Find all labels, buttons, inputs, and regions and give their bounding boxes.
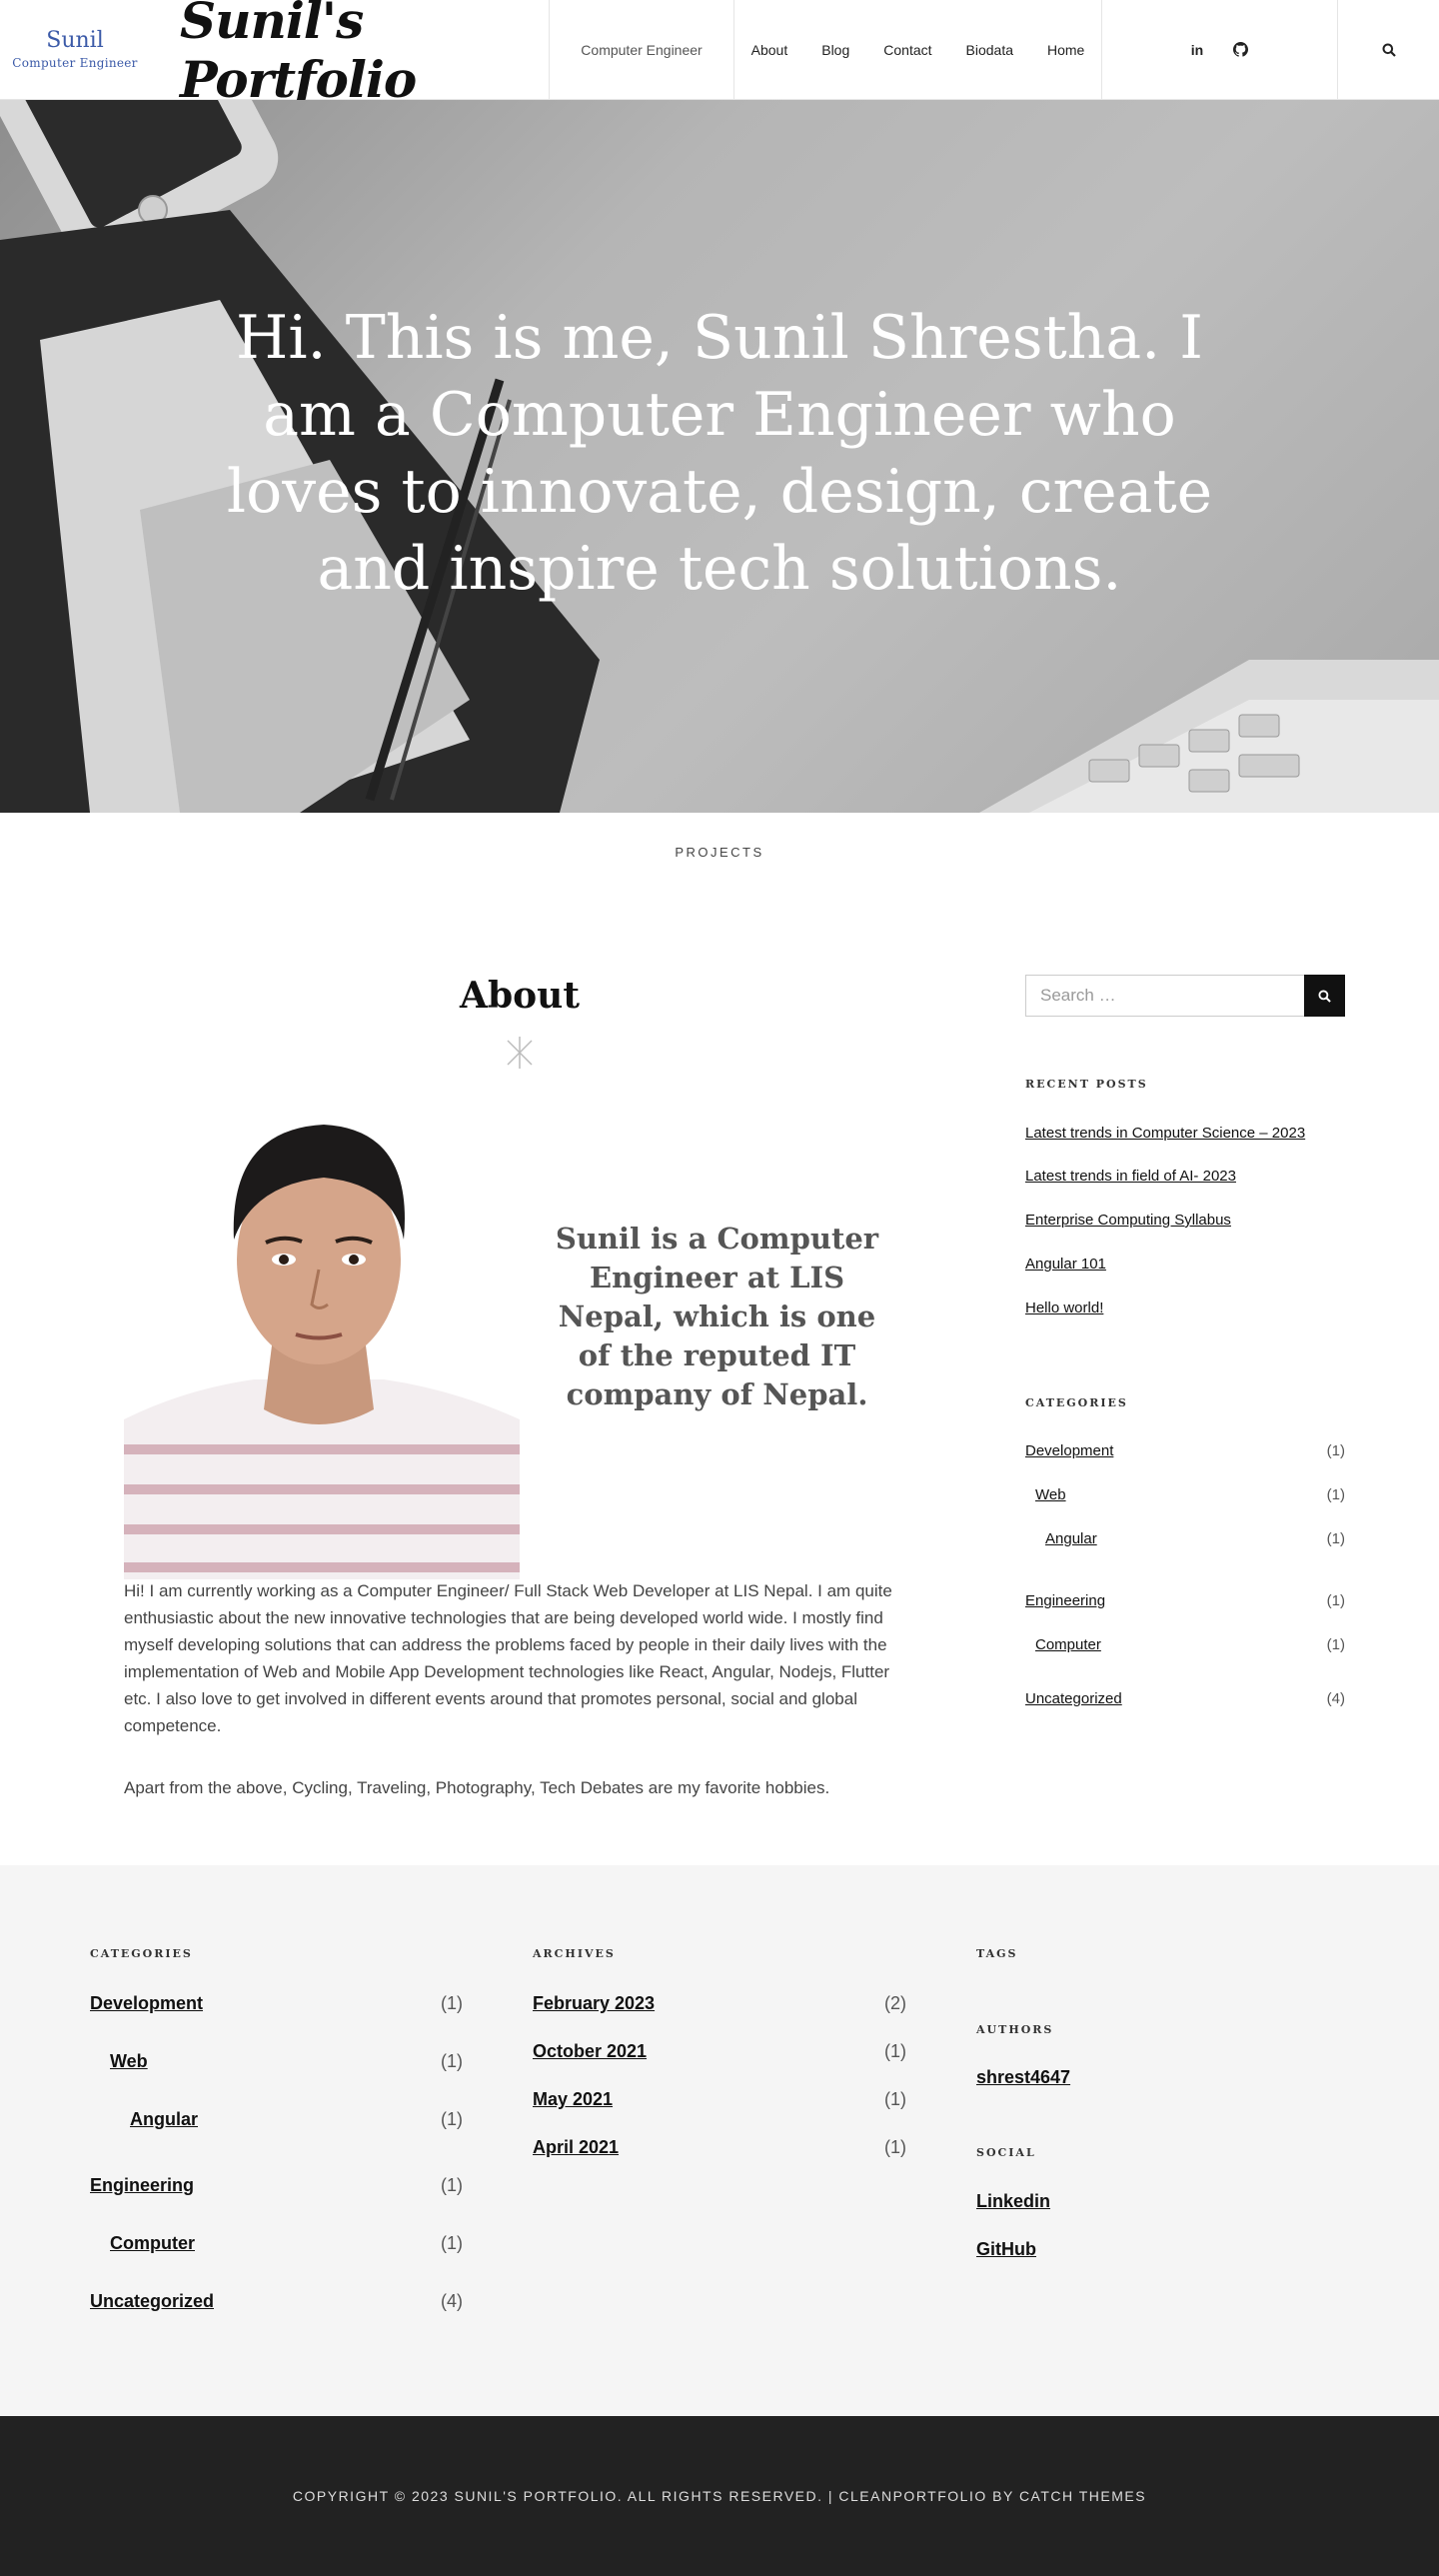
- header-search-button[interactable]: [1338, 0, 1439, 99]
- footer-category-count: (1): [441, 2109, 463, 2129]
- footer-category-count: (1): [441, 1993, 463, 2013]
- footer-category-link[interactable]: Engineering: [90, 2175, 194, 2196]
- site-tagline: Computer Engineer: [550, 0, 734, 99]
- divider-ornament-icon: [507, 1037, 533, 1069]
- recent-post-link[interactable]: Latest trends in field of AI- 2023: [1025, 1168, 1236, 1185]
- category-link[interactable]: Uncategorized: [1025, 1690, 1122, 1707]
- category-count: (1): [1326, 1592, 1345, 1609]
- archive-count: (2): [884, 1993, 906, 2013]
- nav-about[interactable]: About: [751, 42, 788, 58]
- nav-contact[interactable]: Contact: [883, 42, 931, 58]
- category-link[interactable]: Computer: [1035, 1636, 1101, 1653]
- archive-link[interactable]: October 2021: [533, 2041, 647, 2062]
- social-link-github[interactable]: GitHub: [976, 2239, 1036, 2260]
- recent-post-link[interactable]: Enterprise Computing Syllabus: [1025, 1212, 1231, 1229]
- category-row: Uncategorized (4): [1025, 1690, 1345, 1707]
- github-icon[interactable]: [1233, 42, 1249, 57]
- category-count: (4): [1326, 1690, 1345, 1707]
- footer-categories-heading: CATEGORIES: [90, 1947, 193, 1960]
- footer-category-link[interactable]: Angular: [130, 2109, 198, 2130]
- category-link[interactable]: Development: [1025, 1442, 1113, 1459]
- archive-row: May 2021 (1): [533, 2089, 906, 2110]
- category-row: Development (1): [1025, 1442, 1345, 1459]
- social-link-linkedin[interactable]: Linkedin: [976, 2191, 1050, 2212]
- category-row: Web (1): [1025, 1486, 1345, 1503]
- archive-count: (1): [884, 2137, 906, 2157]
- about-paragraph-2: Apart from the above, Cycling, Traveling…: [124, 1778, 830, 1797]
- category-row: Angular (1): [1025, 1530, 1345, 1547]
- category-link[interactable]: Web: [1035, 1486, 1066, 1503]
- search-input[interactable]: Search …: [1025, 975, 1304, 1017]
- author-link[interactable]: shrest4647: [976, 2067, 1070, 2088]
- linkedin-icon[interactable]: in: [1191, 42, 1203, 58]
- site-footer: COPYRIGHT © 2023 SUNIL'S PORTFOLIO. ALL …: [0, 2416, 1439, 2576]
- category-link[interactable]: Engineering: [1025, 1592, 1105, 1609]
- footer-category-count: (4): [441, 2291, 463, 2311]
- category-count: (1): [1326, 1486, 1345, 1503]
- archives-heading: ARCHIVES: [533, 1947, 616, 1960]
- footer-category-link[interactable]: Computer: [110, 2233, 195, 2254]
- category-count: (1): [1326, 1636, 1345, 1653]
- site-header: Sunil Computer Engineer Sunil's Portfoli…: [0, 0, 1439, 109]
- search-icon: [1382, 43, 1396, 57]
- recent-posts-heading: RECENT POSTS: [1025, 1078, 1148, 1091]
- logo-subtitle: Computer Engineer: [12, 55, 138, 70]
- tags-heading: TAGS: [976, 1947, 1018, 1960]
- hero-headline: Hi. This is me, Sunil Shrestha. I am a C…: [226, 303, 1213, 604]
- archive-link[interactable]: April 2021: [533, 2137, 619, 2158]
- footer-category-link[interactable]: Development: [90, 1993, 203, 2014]
- footer-widgets: CATEGORIES Development (1) Web (1) Angul…: [0, 1865, 1439, 2416]
- categories-heading: CATEGORIES: [1025, 1396, 1128, 1409]
- archive-row: April 2021 (1): [533, 2137, 906, 2158]
- archive-link[interactable]: February 2023: [533, 1993, 655, 2014]
- recent-post-link[interactable]: Latest trends in Computer Science – 2023: [1025, 1125, 1305, 1142]
- recent-post-link[interactable]: Hello world!: [1025, 1299, 1103, 1316]
- archive-link[interactable]: May 2021: [533, 2089, 613, 2110]
- footer-category-count: (1): [441, 2233, 463, 2253]
- about-paragraph-1: Hi! I am currently working as a Computer…: [124, 1581, 892, 1735]
- site-title[interactable]: Sunil's Portfolio: [150, 0, 550, 109]
- site-logo[interactable]: Sunil Computer Engineer: [0, 0, 150, 99]
- footer-category-count: (1): [441, 2051, 463, 2071]
- footer-category-row: Uncategorized (4): [90, 2291, 463, 2312]
- page-title: About: [460, 975, 580, 1017]
- archive-count: (1): [884, 2089, 906, 2109]
- archive-row: February 2023 (2): [533, 1993, 906, 2014]
- category-row: Computer (1): [1025, 1636, 1345, 1653]
- authors-heading: AUTHORS: [976, 2023, 1054, 2036]
- archive-count: (1): [884, 2041, 906, 2061]
- copyright-text: COPYRIGHT © 2023 SUNIL'S PORTFOLIO. ALL …: [292, 2488, 1147, 2504]
- footer-category-row: Angular (1): [130, 2109, 463, 2130]
- nav-blog[interactable]: Blog: [821, 42, 849, 58]
- sidebar-search: Search …: [1025, 975, 1345, 1017]
- category-count: (1): [1326, 1530, 1345, 1547]
- archive-row: October 2021 (1): [533, 2041, 906, 2062]
- search-icon: [1318, 989, 1331, 1003]
- footer-category-count: (1): [441, 2175, 463, 2195]
- category-link[interactable]: Angular: [1045, 1530, 1097, 1547]
- search-submit-button[interactable]: [1304, 975, 1345, 1017]
- header-social: in: [1102, 0, 1338, 99]
- footer-category-link[interactable]: Uncategorized: [90, 2291, 214, 2312]
- about-quote: Sunil is a Computer Engineer at LIS Nepa…: [555, 1222, 879, 1411]
- nav-home[interactable]: Home: [1047, 42, 1084, 58]
- footer-category-link[interactable]: Web: [110, 2051, 148, 2072]
- footer-category-row: Development (1): [90, 1993, 463, 2014]
- category-count: (1): [1326, 1442, 1345, 1459]
- footer-category-row: Computer (1): [110, 2233, 463, 2254]
- footer-category-row: Engineering (1): [90, 2175, 463, 2196]
- nav-biodata[interactable]: Biodata: [966, 42, 1013, 58]
- logo-name: Sunil: [46, 28, 104, 54]
- footer-category-row: Web (1): [110, 2051, 463, 2072]
- recent-post-link[interactable]: Angular 101: [1025, 1256, 1106, 1273]
- category-row: Engineering (1): [1025, 1592, 1345, 1609]
- social-heading: SOCIAL: [976, 2146, 1036, 2159]
- main-nav: About Blog Contact Biodata Home: [734, 0, 1102, 99]
- hero-banner: Hi. This is me, Sunil Shrestha. I am a C…: [0, 100, 1439, 813]
- profile-photo: [124, 1090, 520, 1579]
- projects-link[interactable]: PROJECTS: [0, 845, 1439, 860]
